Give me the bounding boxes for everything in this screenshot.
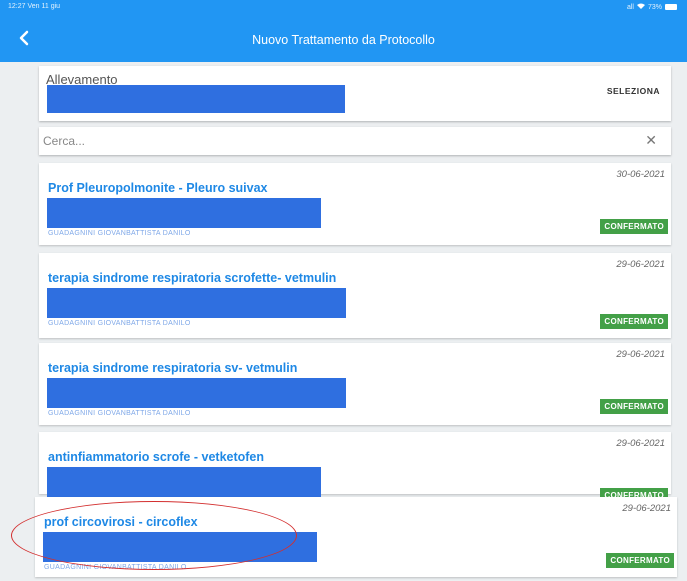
page-title: Nuovo Trattamento da Protocollo <box>252 33 435 47</box>
treatment-vet: GUADAGNINI GIOVANBATTISTA DANILO <box>48 230 191 237</box>
treatment-card[interactable]: 29-06-2021 antinfiammatorio scrofe - vet… <box>39 432 671 503</box>
treatment-title: antinfiammatorio scrofe - vetketofen <box>48 450 265 464</box>
app-bar: 12:27 Ven 11 giu all 73% Nuovo Trattamen… <box>0 0 687 62</box>
treatment-title: terapia sindrome respiratoria scrofette-… <box>48 271 337 285</box>
treatment-vet: GUADAGNINI GIOVANBATTISTA DANILO <box>48 320 191 327</box>
close-icon[interactable]: ✕ <box>645 132 657 149</box>
treatment-title: Prof Pleuropolmonite - Pleuro suivax <box>48 181 268 195</box>
status-indicators: all 73% <box>627 3 677 11</box>
status-date: Ven 11 giu <box>27 3 61 10</box>
treatment-card[interactable]: 29-06-2021 terapia sindrome respiratoria… <box>39 253 671 338</box>
status-badge: CONFERMATO <box>606 553 674 568</box>
treatment-details-redacted <box>43 532 317 562</box>
status-bar: 12:27 Ven 11 giu all 73% <box>0 0 687 14</box>
signal-icon: all <box>626 3 634 11</box>
treatment-date: 29-06-2021 <box>616 259 665 270</box>
status-time: 12:27 <box>8 3 26 10</box>
treatment-details-redacted <box>47 198 321 228</box>
treatment-card[interactable]: 29-06-2021 prof circovirosi - circoflex … <box>35 497 677 577</box>
treatment-title: prof circovirosi - circoflex <box>44 515 198 529</box>
treatment-details-redacted <box>47 288 346 318</box>
treatment-vet: GUADAGNINI GIOVANBATTISTA DANILO <box>48 410 191 417</box>
battery-icon <box>665 4 677 10</box>
search-bar: ✕ <box>39 127 671 155</box>
treatment-date: 29-06-2021 <box>616 349 665 360</box>
treatment-details-redacted <box>47 378 346 408</box>
farm-value-redacted <box>47 85 345 113</box>
treatment-title: terapia sindrome respiratoria sv- vetmul… <box>48 361 298 375</box>
treatment-vet: GUADAGNINI GIOVANBATTISTA DANILO <box>44 564 187 571</box>
treatment-date: 30-06-2021 <box>616 169 665 180</box>
search-input[interactable] <box>43 131 623 151</box>
wifi-icon <box>636 3 645 11</box>
treatment-card[interactable]: 30-06-2021 Prof Pleuropolmonite - Pleuro… <box>39 163 671 245</box>
treatment-card[interactable]: 29-06-2021 terapia sindrome respiratoria… <box>39 343 671 425</box>
status-badge: CONFERMATO <box>600 219 668 234</box>
treatment-date: 29-06-2021 <box>622 503 671 514</box>
battery-level: 73% <box>647 3 662 11</box>
treatment-date: 29-06-2021 <box>616 438 665 449</box>
select-farm-button[interactable]: SELEZIONA <box>607 86 660 96</box>
status-time-date: 12:27 Ven 11 giu <box>8 3 60 10</box>
status-badge: CONFERMATO <box>600 314 668 329</box>
treatment-details-redacted <box>47 467 321 497</box>
farm-selector: Allevamento SELEZIONA <box>39 66 671 121</box>
status-badge: CONFERMATO <box>600 399 668 414</box>
